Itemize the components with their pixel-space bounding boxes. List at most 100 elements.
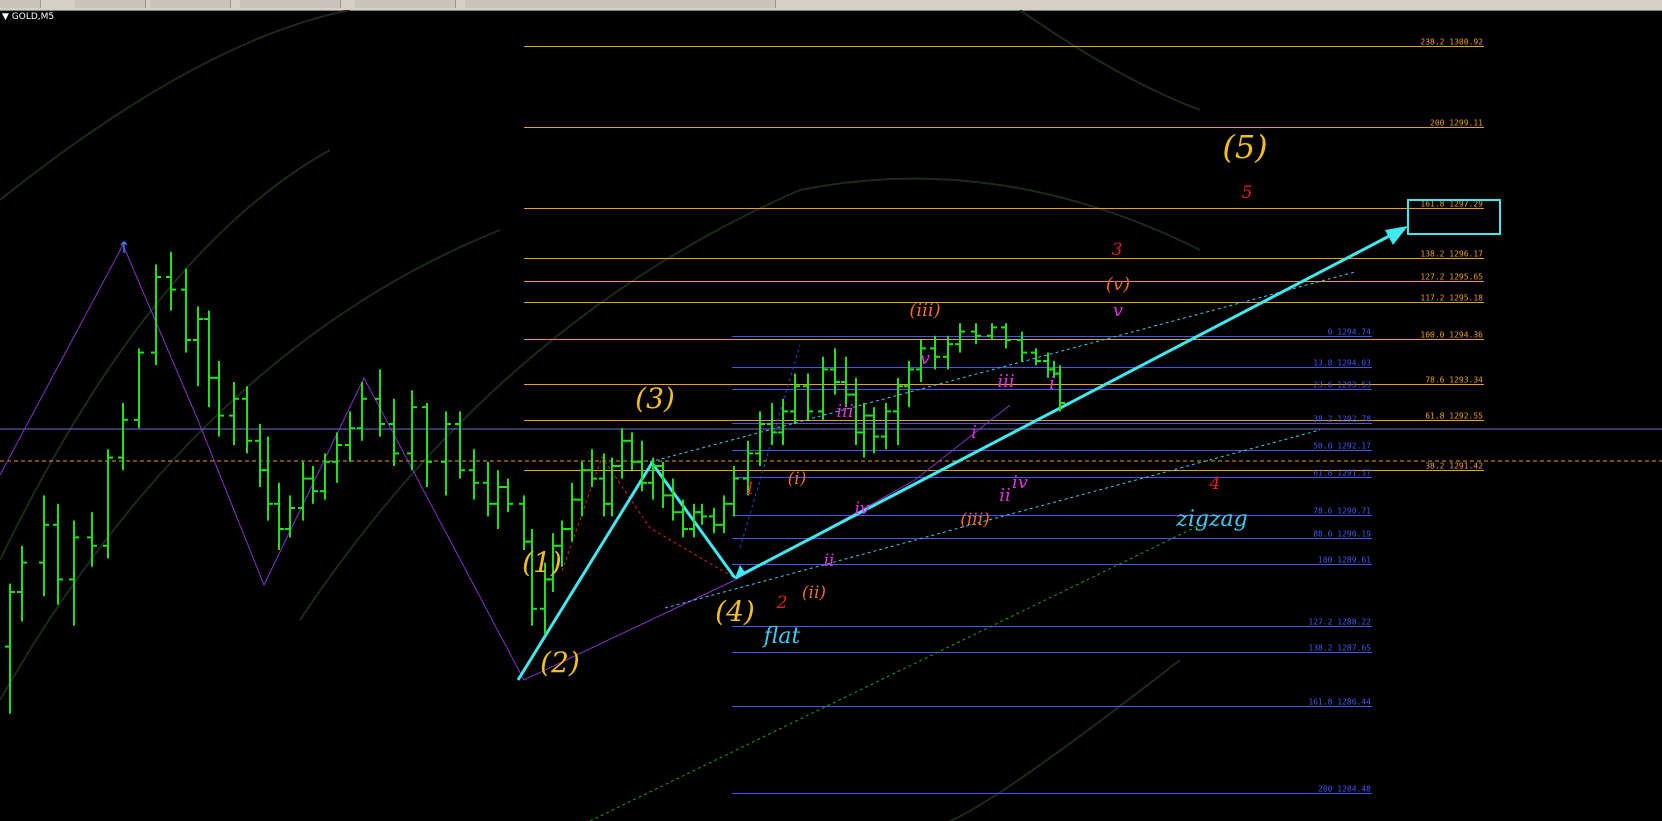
swing-high-marker: ↑ bbox=[117, 238, 130, 257]
ohlc-bar bbox=[308, 466, 318, 504]
ohlc-bar bbox=[893, 377, 903, 445]
ohlc-bar bbox=[214, 361, 224, 437]
wave-label: (5) bbox=[1222, 128, 1267, 166]
fib-blue-label: 50.0 1292.17 bbox=[1313, 442, 1371, 451]
wave-label: i bbox=[971, 422, 977, 443]
ohlc-bar bbox=[803, 373, 813, 420]
ohlc-bar bbox=[678, 499, 688, 538]
ohlc-bar bbox=[627, 432, 637, 471]
ohlc-bar bbox=[577, 461, 587, 517]
red-subwave-path bbox=[561, 455, 736, 579]
ohlc-bar bbox=[332, 432, 342, 483]
ohlc-bar bbox=[859, 403, 869, 458]
wave-label: (3) bbox=[635, 382, 675, 415]
ohlc-bar bbox=[729, 466, 739, 517]
wave-label: 2 bbox=[776, 593, 788, 613]
wave-lines: ↑ bbox=[0, 199, 1662, 821]
fib-blue-label: 38.2 1292.78 bbox=[1313, 415, 1371, 424]
fib-levels: 238.2 1300.92200 1299.11161.8 1297.29138… bbox=[524, 38, 1484, 794]
ohlc-bar bbox=[719, 495, 729, 534]
trend-arrow-head bbox=[1385, 226, 1408, 245]
ohlc-bar bbox=[422, 403, 432, 487]
wave-label: v bbox=[1113, 300, 1123, 321]
ohlc-bar bbox=[599, 453, 609, 517]
wave-label: (2) bbox=[540, 646, 580, 679]
long-green-trendline bbox=[589, 524, 1201, 821]
ohlc-bar bbox=[455, 411, 465, 479]
price-bars bbox=[5, 251, 1065, 714]
wave-label: iv bbox=[854, 499, 869, 519]
toolbar-group[interactable] bbox=[355, 0, 456, 8]
wave-labels: (1) (2) (3) (4) (5) 1 2 3 4 5 (i) (ii) (iii) (iii) (v)… bbox=[522, 128, 1268, 679]
fib-orange-label: 38.2 1291.42 bbox=[1425, 462, 1483, 471]
ohlc-bar bbox=[469, 449, 479, 500]
toolbar-group[interactable] bbox=[0, 0, 41, 8]
fib-blue-label: 61.8 1291.57 bbox=[1313, 469, 1371, 478]
fib-blue-label: 100 1289.61 bbox=[1318, 556, 1371, 565]
wave-label: 4 bbox=[1209, 474, 1221, 494]
ohlc-bar bbox=[229, 382, 239, 445]
ohlc-bar bbox=[181, 268, 191, 353]
fib-blue-label: 127.2 1288.22 bbox=[1308, 618, 1371, 627]
ohlc-bar bbox=[841, 356, 851, 408]
fib-blue-label: 13.8 1294.03 bbox=[1313, 359, 1371, 368]
fib-blue-label: 0 1294.74 bbox=[1328, 328, 1372, 337]
ohlc-bar bbox=[441, 411, 451, 496]
ohlc-bar bbox=[617, 428, 627, 479]
wave-label: flat bbox=[762, 624, 801, 649]
fib-orange-label: 100.0 1294.36 bbox=[1420, 331, 1483, 340]
ohlc-bar bbox=[5, 583, 15, 714]
ohlc-bar bbox=[943, 335, 953, 370]
ohlc-bar bbox=[69, 520, 79, 626]
ohlc-bar bbox=[755, 411, 765, 466]
ohlc-bar bbox=[357, 382, 367, 441]
ohlc-bar bbox=[697, 503, 707, 525]
price-chart[interactable]: 238.2 1300.92200 1299.11161.8 1297.29138… bbox=[0, 10, 1662, 821]
toolbar-group[interactable] bbox=[240, 0, 341, 8]
ohlc-bar bbox=[930, 335, 940, 370]
ohlc-bar bbox=[407, 390, 417, 471]
ohlc-bar bbox=[483, 461, 493, 517]
ohlc-bar bbox=[567, 482, 577, 542]
ohlc-bar bbox=[1001, 323, 1011, 349]
ohlc-bar bbox=[242, 386, 252, 454]
ohlc-bar bbox=[493, 470, 503, 529]
toolbar-group[interactable] bbox=[150, 0, 231, 8]
fib-blue-label: 23.6 1293.53 bbox=[1313, 381, 1371, 390]
ohlc-bar bbox=[274, 482, 284, 550]
wave-label: zigzag bbox=[1175, 507, 1248, 532]
ohlc-bar bbox=[1055, 365, 1065, 412]
fib-orange-label: 61.8 1292.55 bbox=[1425, 412, 1483, 421]
wave-label: (iii) bbox=[960, 510, 990, 530]
fib-orange-label: 117.2 1295.18 bbox=[1420, 294, 1483, 303]
ohlc-bar bbox=[790, 373, 800, 424]
main-trend-arrow bbox=[734, 231, 1396, 580]
ohlc-bar bbox=[971, 323, 981, 345]
ohlc-bar bbox=[53, 503, 63, 605]
fib-blue-label: 138.2 1287.65 bbox=[1308, 644, 1371, 653]
ohlc-bar bbox=[345, 411, 355, 462]
ohlc-bar bbox=[17, 545, 27, 622]
toolbar-group[interactable] bbox=[465, 0, 776, 8]
chart-background bbox=[0, 10, 1201, 821]
fib-blue-label: 78.6 1290.71 bbox=[1313, 507, 1371, 516]
ohlc-bar bbox=[830, 348, 840, 395]
wave-label: (ii) bbox=[802, 583, 826, 603]
wave-label: (iii) bbox=[909, 300, 940, 321]
ohlc-bar bbox=[778, 398, 788, 445]
ohlc-bar bbox=[987, 323, 997, 340]
ohlc-bar bbox=[255, 424, 265, 487]
ohlc-bar bbox=[818, 356, 828, 420]
wave-label: ii bbox=[824, 551, 835, 571]
ohlc-bar bbox=[709, 508, 719, 534]
wave-label: i bbox=[1049, 373, 1055, 394]
fib-orange-label: 138.2 1296.17 bbox=[1420, 250, 1483, 259]
wave-label: iv bbox=[1012, 472, 1028, 493]
fib-blue-label: 200 1284.48 bbox=[1318, 785, 1371, 794]
wave-label: (4) bbox=[715, 595, 755, 628]
ohlc-bar bbox=[689, 503, 699, 538]
wave-label: (1) bbox=[522, 546, 562, 579]
fib-orange-label: 127.2 1295.65 bbox=[1420, 273, 1483, 282]
toolbar-group[interactable] bbox=[75, 0, 146, 8]
wave-label: ii bbox=[999, 485, 1011, 506]
